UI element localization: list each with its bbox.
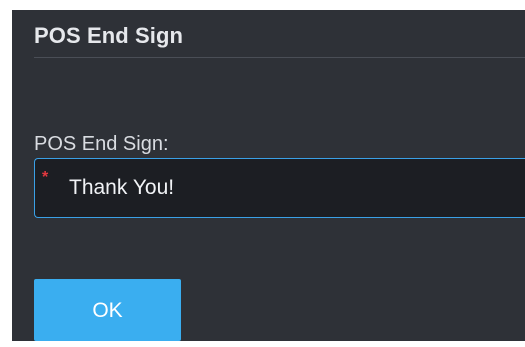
dialog-header: POS End Sign [34, 10, 525, 58]
pos-end-sign-value: Thank You! [69, 176, 175, 199]
ok-button[interactable]: OK [34, 279, 181, 341]
required-asterisk: * [42, 169, 49, 186]
pos-end-sign-input[interactable]: * Thank You! [34, 158, 525, 218]
pos-end-sign-label: POS End Sign: [34, 133, 169, 155]
dialog-title: POS End Sign [34, 23, 184, 48]
pos-end-sign-dialog: POS End Sign POS End Sign: * Thank You! … [12, 10, 525, 341]
